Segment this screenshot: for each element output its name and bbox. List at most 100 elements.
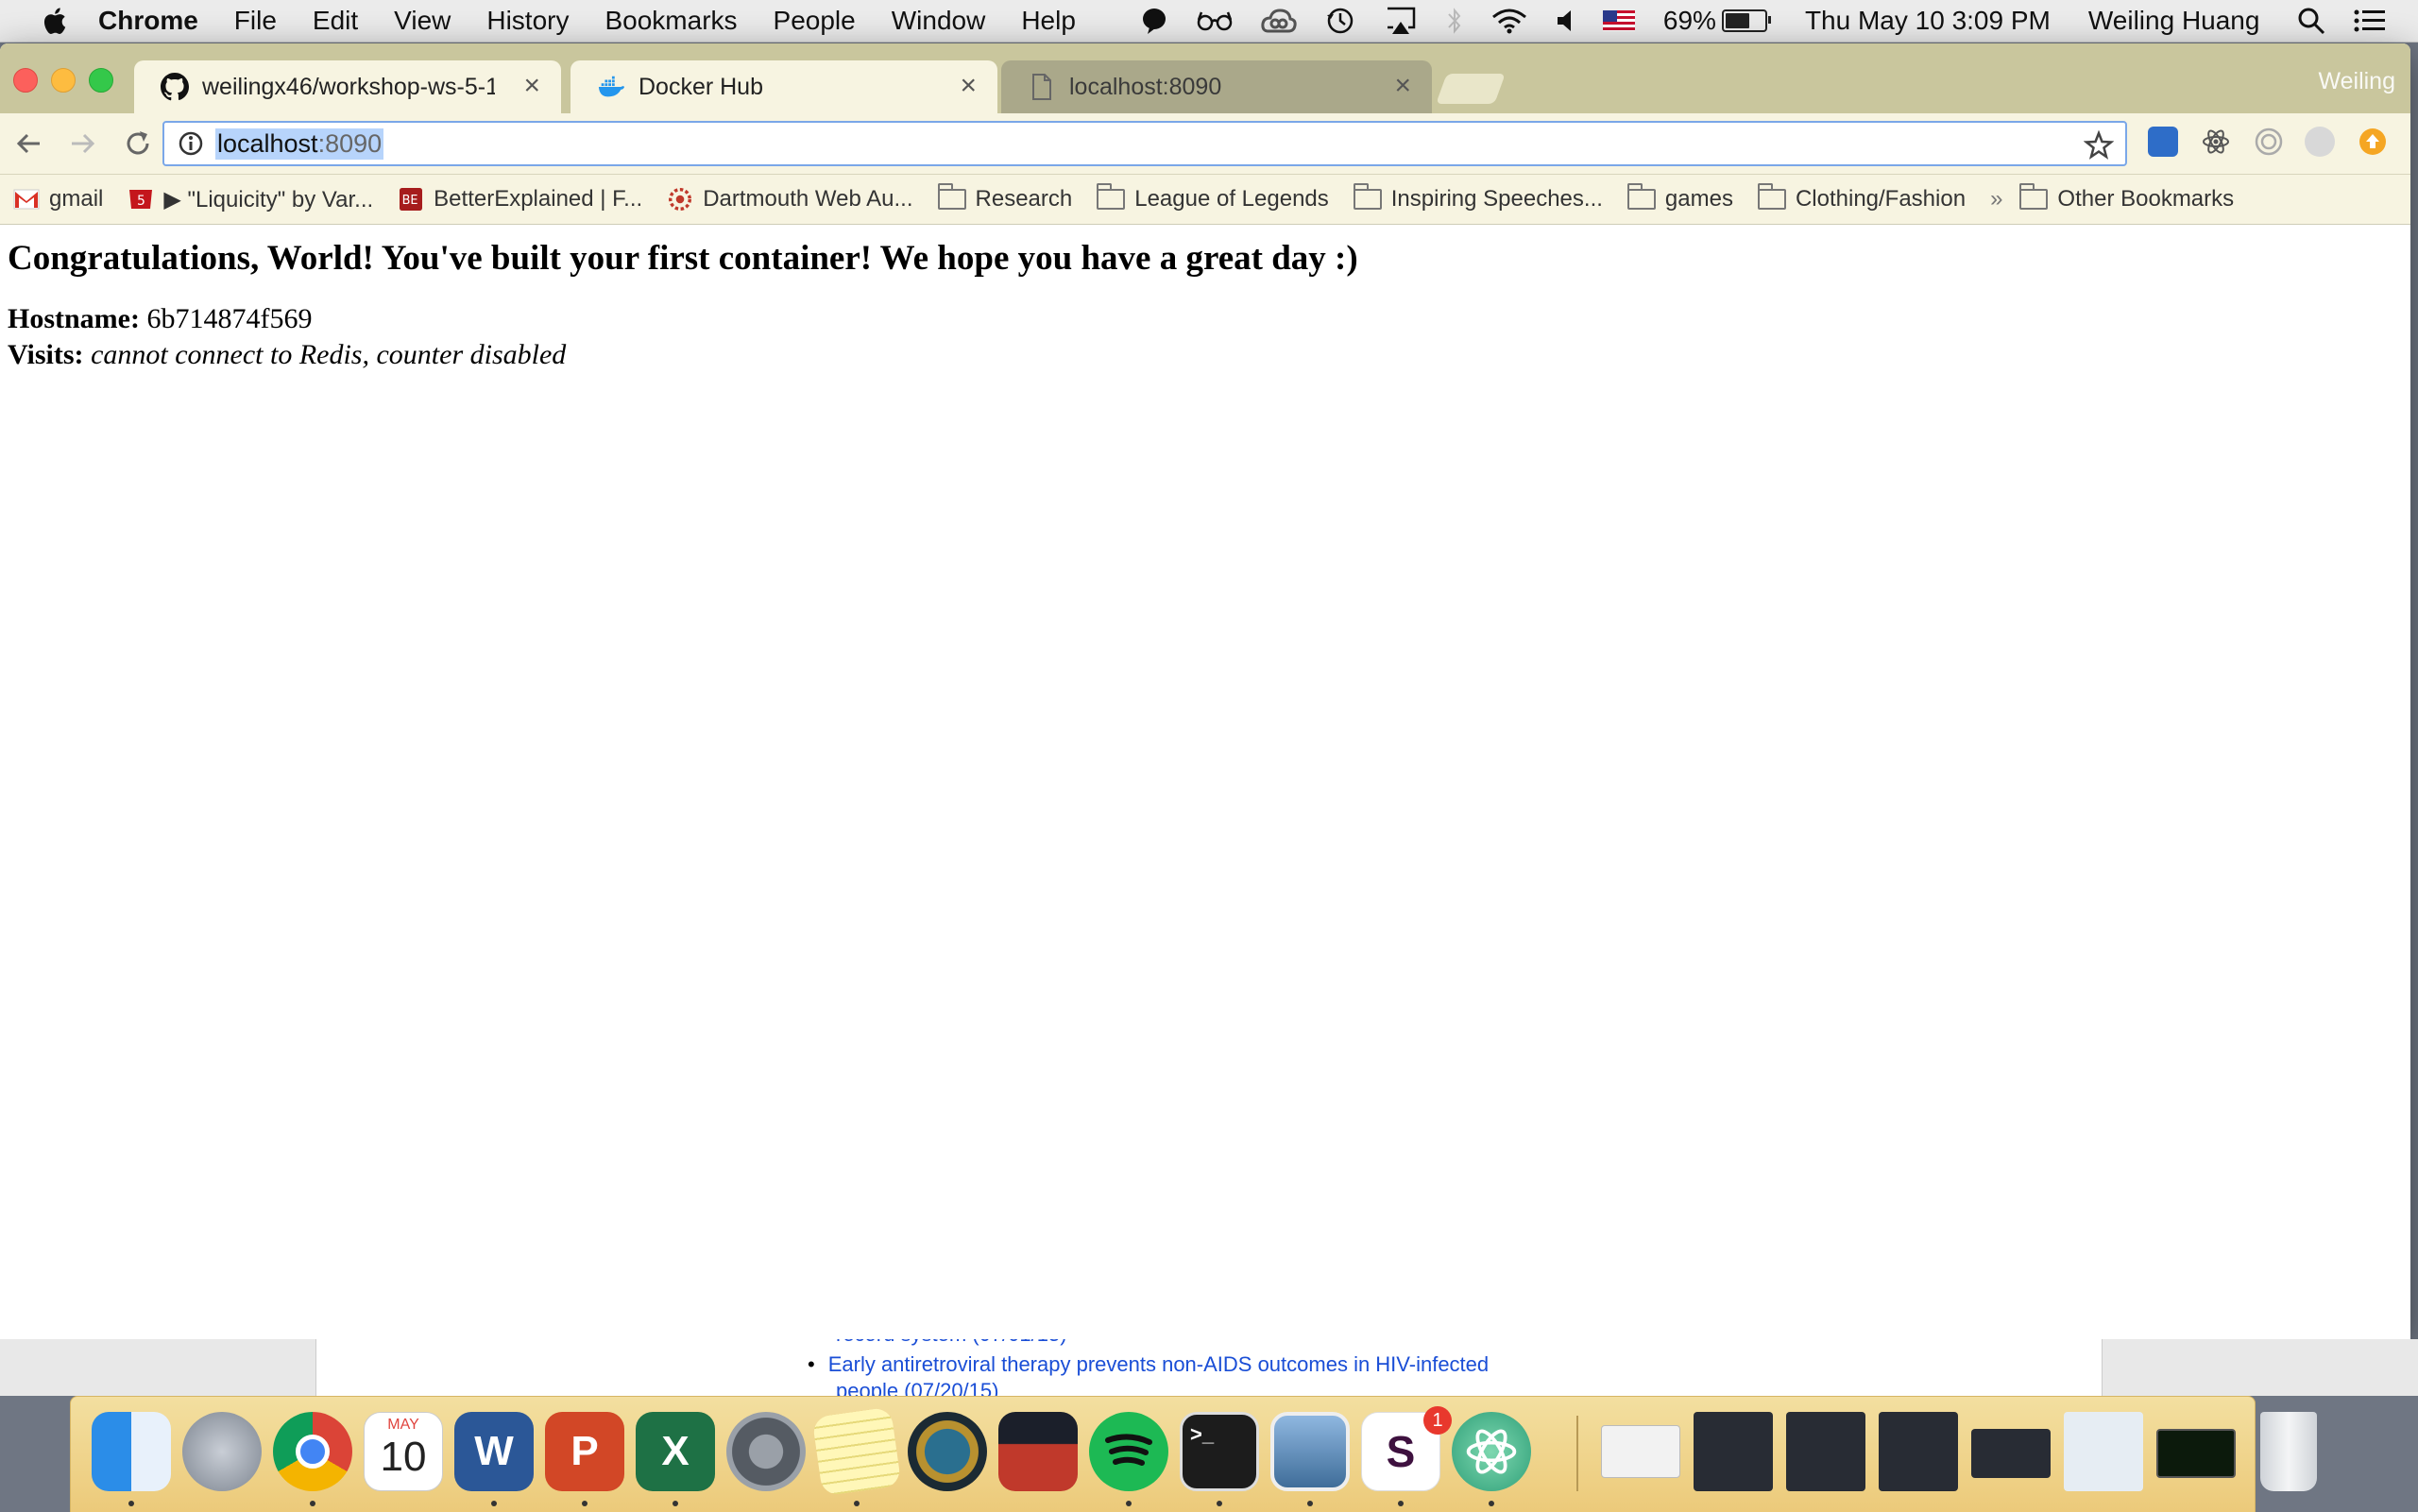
creative-cloud-icon[interactable] [1261, 8, 1297, 33]
bookmark-folder-clothing[interactable]: Clothing/Fashion [1757, 183, 1967, 212]
menu-people[interactable]: People [774, 6, 856, 36]
notification-center-icon[interactable] [2354, 8, 2386, 33]
bookmark-folder-games[interactable]: games [1626, 183, 1733, 212]
word-icon[interactable]: W [454, 1412, 534, 1491]
running-indicator [1217, 1501, 1222, 1506]
fullscreen-window-button[interactable] [89, 68, 113, 93]
menu-window[interactable]: Window [892, 6, 986, 36]
trash-icon[interactable] [2260, 1412, 2317, 1491]
chrome-icon[interactable] [273, 1412, 352, 1491]
bookmark-label: Clothing/Fashion [1795, 186, 1967, 212]
airplay-icon[interactable] [1384, 7, 1418, 35]
target-extension-icon[interactable] [2254, 127, 2284, 157]
tab-title: weilingx46/workshop-ws-5-10 [202, 73, 495, 100]
finder-icon[interactable] [92, 1412, 171, 1491]
background-text-top[interactable]: record system (07/01/15) [836, 1339, 1067, 1347]
profile-name[interactable]: Weiling [2318, 68, 2395, 95]
atom-icon[interactable] [1452, 1412, 1531, 1491]
moon-extension-icon[interactable] [2305, 127, 2335, 157]
menu-view[interactable]: View [394, 6, 451, 36]
background-list-item[interactable]: Early antiretroviral therapy prevents no… [808, 1352, 1489, 1377]
system-preferences-icon[interactable] [726, 1412, 806, 1491]
minimized-chrome-window-thumbnail[interactable] [2064, 1412, 2143, 1491]
minimized-atom-window-thumbnail[interactable] [1786, 1412, 1865, 1491]
folder-icon [1626, 183, 1656, 210]
dock-separator [1576, 1416, 1578, 1491]
wifi-icon[interactable] [1491, 8, 1527, 34]
bluetooth-icon[interactable] [1446, 7, 1463, 35]
close-tab-icon[interactable]: × [523, 70, 540, 102]
menu-bookmarks[interactable]: Bookmarks [604, 6, 737, 36]
background-list-item-cont[interactable]: people (07/20/15) [836, 1379, 998, 1396]
bookmark-gmail[interactable]: gmail [13, 186, 103, 212]
time-machine-icon[interactable] [1325, 6, 1355, 36]
address-bar[interactable]: localhost:8090 [162, 121, 2127, 166]
forward-button[interactable] [62, 123, 104, 164]
bookmark-dartmouth[interactable]: Dartmouth Web Au... [667, 186, 913, 212]
close-tab-icon[interactable]: × [1394, 70, 1411, 102]
terminal-icon[interactable]: >_ [1180, 1412, 1259, 1491]
bookmarks-overflow-chevron[interactable]: » [1990, 186, 2002, 212]
volume-icon[interactable] [1556, 8, 1575, 33]
running-indicator [1307, 1501, 1313, 1506]
preview-icon[interactable] [1270, 1412, 1350, 1491]
excel-icon[interactable]: X [636, 1412, 715, 1491]
bookmark-folder-league[interactable]: League of Legends [1097, 183, 1329, 212]
reload-button[interactable] [117, 123, 159, 164]
user-name[interactable]: Weiling Huang [2088, 6, 2260, 36]
running-indicator [1398, 1501, 1404, 1506]
calendar-icon[interactable]: MAY 10 [364, 1412, 443, 1491]
joystick-icon[interactable] [998, 1412, 1078, 1491]
launchpad-icon[interactable] [182, 1412, 262, 1491]
react-devtools-icon[interactable] [2201, 127, 2231, 157]
spotlight-search-icon[interactable] [2297, 7, 2325, 35]
back-button[interactable] [8, 123, 49, 164]
apple-menu-icon[interactable] [40, 6, 68, 36]
battery-status[interactable]: 69% [1663, 6, 1771, 36]
menu-history[interactable]: History [486, 6, 569, 36]
bookmark-label: ▶ "Liquicity" by Var... [163, 186, 374, 212]
upload-extension-icon[interactable] [2358, 127, 2388, 157]
browser-toolbar: localhost:8090 [0, 113, 2410, 175]
minimized-atom-window-thumbnail[interactable] [1694, 1412, 1773, 1491]
league-of-legends-icon[interactable] [908, 1412, 987, 1491]
visits-label: Visits: [8, 339, 84, 370]
speech-bubble-icon[interactable] [1140, 7, 1168, 35]
menu-app-name[interactable]: Chrome [98, 6, 198, 36]
tab-localhost[interactable]: localhost:8090 × [1001, 60, 1432, 113]
bookmark-betterexplained[interactable]: BE BetterExplained | F... [398, 186, 642, 212]
powerpoint-icon[interactable]: P [545, 1412, 624, 1491]
page-content: Congratulations, World! You've built you… [0, 225, 2410, 1339]
glasses-icon[interactable] [1197, 10, 1233, 31]
url-text[interactable]: localhost:8090 [215, 127, 384, 160]
menu-edit[interactable]: Edit [313, 6, 358, 36]
bookmark-folder-other[interactable]: Other Bookmarks [2019, 183, 2234, 212]
soundcloud-icon: 5 [129, 190, 153, 209]
notes-icon[interactable] [811, 1406, 902, 1497]
bookmark-folder-speeches[interactable]: Inspiring Speeches... [1353, 183, 1603, 212]
reader-extension-icon[interactable] [2148, 127, 2178, 157]
minimized-terminal-window-thumbnail[interactable] [2156, 1429, 2236, 1478]
clock[interactable]: Thu May 10 3:09 PM [1805, 6, 2051, 36]
bookmark-folder-research[interactable]: Research [937, 183, 1072, 212]
tab-github[interactable]: weilingx46/workshop-ws-5-10 × [134, 60, 561, 113]
us-flag-icon[interactable] [1602, 10, 1635, 31]
close-window-button[interactable] [13, 68, 38, 93]
minimized-atom-window-thumbnail[interactable] [1971, 1429, 2051, 1478]
menu-help[interactable]: Help [1021, 6, 1076, 36]
menu-file[interactable]: File [234, 6, 277, 36]
minimize-window-button[interactable] [51, 68, 76, 93]
minimized-atom-window-thumbnail[interactable] [1879, 1412, 1958, 1491]
tab-strip: weilingx46/workshop-ws-5-10 × Docker Hub… [0, 43, 2410, 113]
minimized-chrome-window-thumbnail[interactable] [1601, 1425, 1680, 1478]
tab-docker-hub[interactable]: Docker Hub × [570, 60, 997, 113]
close-tab-icon[interactable]: × [960, 70, 977, 102]
new-tab-button[interactable] [1436, 74, 1506, 104]
folder-icon [2019, 183, 2049, 210]
background-window-content[interactable]: record system (07/01/15) Early antiretro… [315, 1339, 2103, 1396]
bookmark-label: Dartmouth Web Au... [703, 186, 913, 212]
info-icon[interactable] [178, 130, 204, 157]
bookmark-liquicity[interactable]: 5 ▶ "Liquicity" by Var... [128, 186, 373, 213]
bookmark-star-icon[interactable] [2084, 130, 2114, 161]
spotify-icon[interactable] [1089, 1412, 1168, 1491]
